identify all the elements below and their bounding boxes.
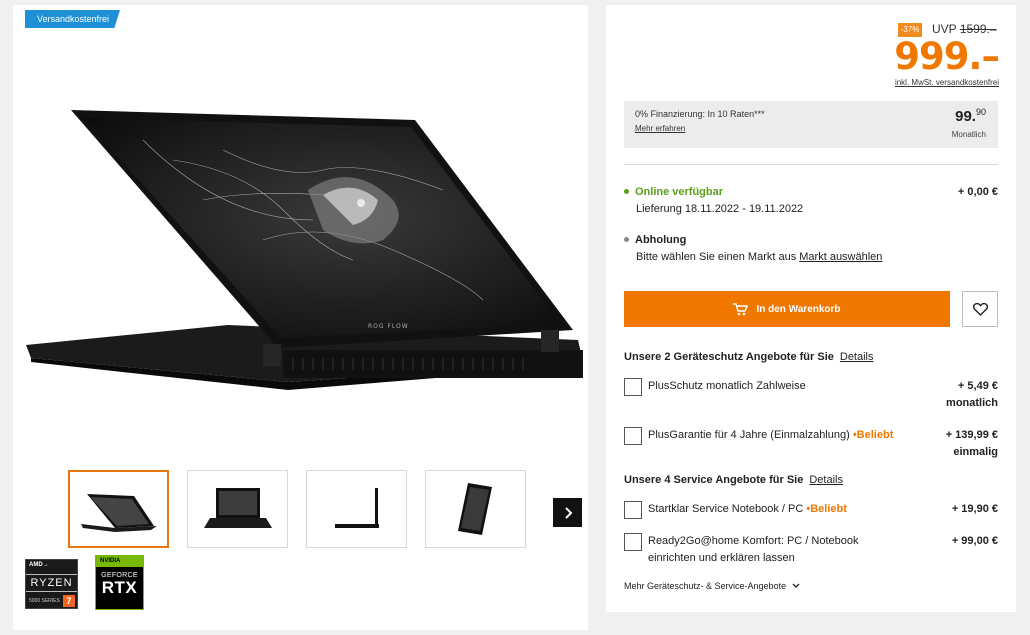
delivery-date: Lieferung 18.11.2022 - 19.11.2022: [636, 203, 804, 215]
service-details-link[interactable]: Details: [809, 474, 843, 486]
thumbnail-laptop-open-image: [203, 488, 272, 528]
plusgarantie-price-period: einmalig: [953, 446, 998, 458]
tax-shipping-note[interactable]: inkl. MwSt. versandkostenfrei: [895, 78, 999, 87]
chevron-down-icon: [792, 583, 800, 588]
ready2go-label: Ready2Go@home Komfort: PC / Notebook: [648, 535, 859, 547]
thumbnail-2[interactable]: [187, 470, 288, 548]
online-availability-title: Online verfügbar: [635, 186, 724, 198]
financing-rate: 99.90: [955, 107, 986, 125]
plusschutz-price: + 5,49 € monatlich: [946, 378, 998, 412]
protection-details-link[interactable]: Details: [840, 351, 874, 363]
nvidia-label: NVIDIA: [96, 556, 143, 567]
service-heading: Unsere 4 Service Angebote für Sie Details: [624, 474, 843, 486]
plusgarantie-label: PlusGarantie für 4 Jahre (Einmalzahlung): [648, 429, 850, 441]
pickup-title: Abholung: [635, 234, 687, 246]
plusschutz-price-period: monatlich: [946, 397, 998, 409]
thumbnail-laptop-side-image: [334, 488, 379, 528]
ready2go-label-line2: einrichten und erklären lassen: [648, 552, 795, 564]
divider: [624, 164, 998, 165]
online-status-dot: [624, 188, 629, 194]
thumbnail-tent-mode-image: [80, 494, 157, 532]
service-heading-text: Unsere 4 Service Angebote für Sie: [624, 474, 804, 486]
pickup-availability: Abholung Bitte wählen Sie einen Markt au…: [624, 232, 998, 266]
current-price: 999.–: [894, 35, 1000, 78]
svg-text:ROG FLOW: ROG FLOW: [368, 323, 409, 330]
pickup-status-dot: [624, 236, 629, 242]
plusgarantie-checkbox[interactable]: [624, 427, 642, 445]
add-to-cart-label: In den Warenkorb: [756, 303, 841, 315]
buy-box: -37% UVP 1599.– 999.– inkl. MwSt. versan…: [606, 5, 1016, 612]
plusschutz-label: PlusSchutz monatlich Zahlweise: [648, 380, 806, 392]
thumbnail-1[interactable]: [68, 470, 169, 548]
chevron-right-icon: [564, 506, 572, 519]
uvp-label: UVP: [932, 22, 957, 36]
financing-rate-main: 99.: [955, 108, 976, 125]
protection-heading: Unsere 2 Geräteschutz Angebote für Sie De…: [624, 351, 874, 363]
ryzen-label: RYZEN: [26, 574, 77, 592]
popular-tag: •Beliebt: [852, 429, 894, 441]
heart-icon: [972, 302, 988, 316]
plusschutz-checkbox[interactable]: [624, 378, 642, 396]
startklar-checkbox[interactable]: [624, 501, 642, 519]
financing-label: 0% Finanzierung: In 10 Raten***: [635, 109, 765, 119]
cart-icon: [733, 302, 749, 316]
popular-tag: •Beliebt: [806, 503, 847, 515]
financing-more-link[interactable]: Mehr erfahren: [635, 124, 685, 133]
financing-box: 0% Finanzierung: In 10 Raten*** Mehr erf…: [624, 101, 998, 148]
delivery-price: + 0,00 €: [957, 186, 998, 198]
protection-heading-text: Unsere 2 Geräteschutz Angebote für Sie: [624, 351, 834, 363]
online-availability: Online verfügbar Lieferung 18.11.2022 - …: [624, 184, 998, 218]
select-store-link[interactable]: Markt auswählen: [799, 251, 882, 263]
uvp-price: UVP 1599.–: [932, 22, 997, 36]
pickup-text: Bitte wählen Sie einen Markt aus: [636, 251, 797, 263]
amd-ryzen-logo: AMD→ RYZEN 5000 SERIES 7: [25, 559, 78, 609]
plusgarantie-price: + 139,99 € einmalig: [946, 427, 998, 461]
free-shipping-badge: Versandkostenfrei: [25, 10, 121, 28]
thumbnail-strip: [68, 470, 588, 550]
ready2go-checkbox[interactable]: [624, 533, 642, 551]
financing-rate-cents: 90: [975, 107, 986, 117]
nvidia-geforce-rtx-logo: NVIDIA GEFORCE RTX: [95, 555, 144, 610]
add-to-cart-button[interactable]: In den Warenkorb: [624, 291, 950, 327]
plusgarantie-price-value: + 139,99 €: [945, 429, 998, 441]
ryzen-series-label: 5000 SERIES: [29, 598, 60, 604]
plusschutz-price-value: + 5,49 €: [957, 380, 998, 392]
more-offers-link[interactable]: Mehr Geräteschutz- & Service-Angebote: [624, 581, 800, 591]
amd-label: AMD→: [29, 562, 49, 568]
thumbnail-next-button[interactable]: [553, 498, 582, 527]
more-offers-label: Mehr Geräteschutz- & Service-Angebote: [624, 581, 787, 591]
ryzen-tier-label: 7: [63, 595, 75, 607]
uvp-value: 1599.–: [959, 22, 997, 36]
startklar-label: Startklar Service Notebook / PC: [648, 503, 804, 515]
rtx-label: RTX: [101, 578, 138, 597]
startklar-price: + 19,90 €: [951, 503, 998, 515]
product-gallery: Versandkostenfrei ROG FLOW AMD→ RYZEN 50…: [13, 5, 588, 630]
product-main-image[interactable]: ROG FLOW: [23, 100, 583, 400]
financing-monthly-label: Monatlich: [951, 130, 986, 139]
wishlist-button[interactable]: [962, 291, 998, 327]
brand-badges: AMD→ RYZEN 5000 SERIES 7 NVIDIA GEFORCE …: [25, 555, 165, 611]
ready2go-price: + 99,00 €: [951, 535, 998, 547]
thumbnail-tablet-mode-image: [457, 483, 492, 535]
thumbnail-4[interactable]: [425, 470, 526, 548]
thumbnail-3[interactable]: [306, 470, 407, 548]
